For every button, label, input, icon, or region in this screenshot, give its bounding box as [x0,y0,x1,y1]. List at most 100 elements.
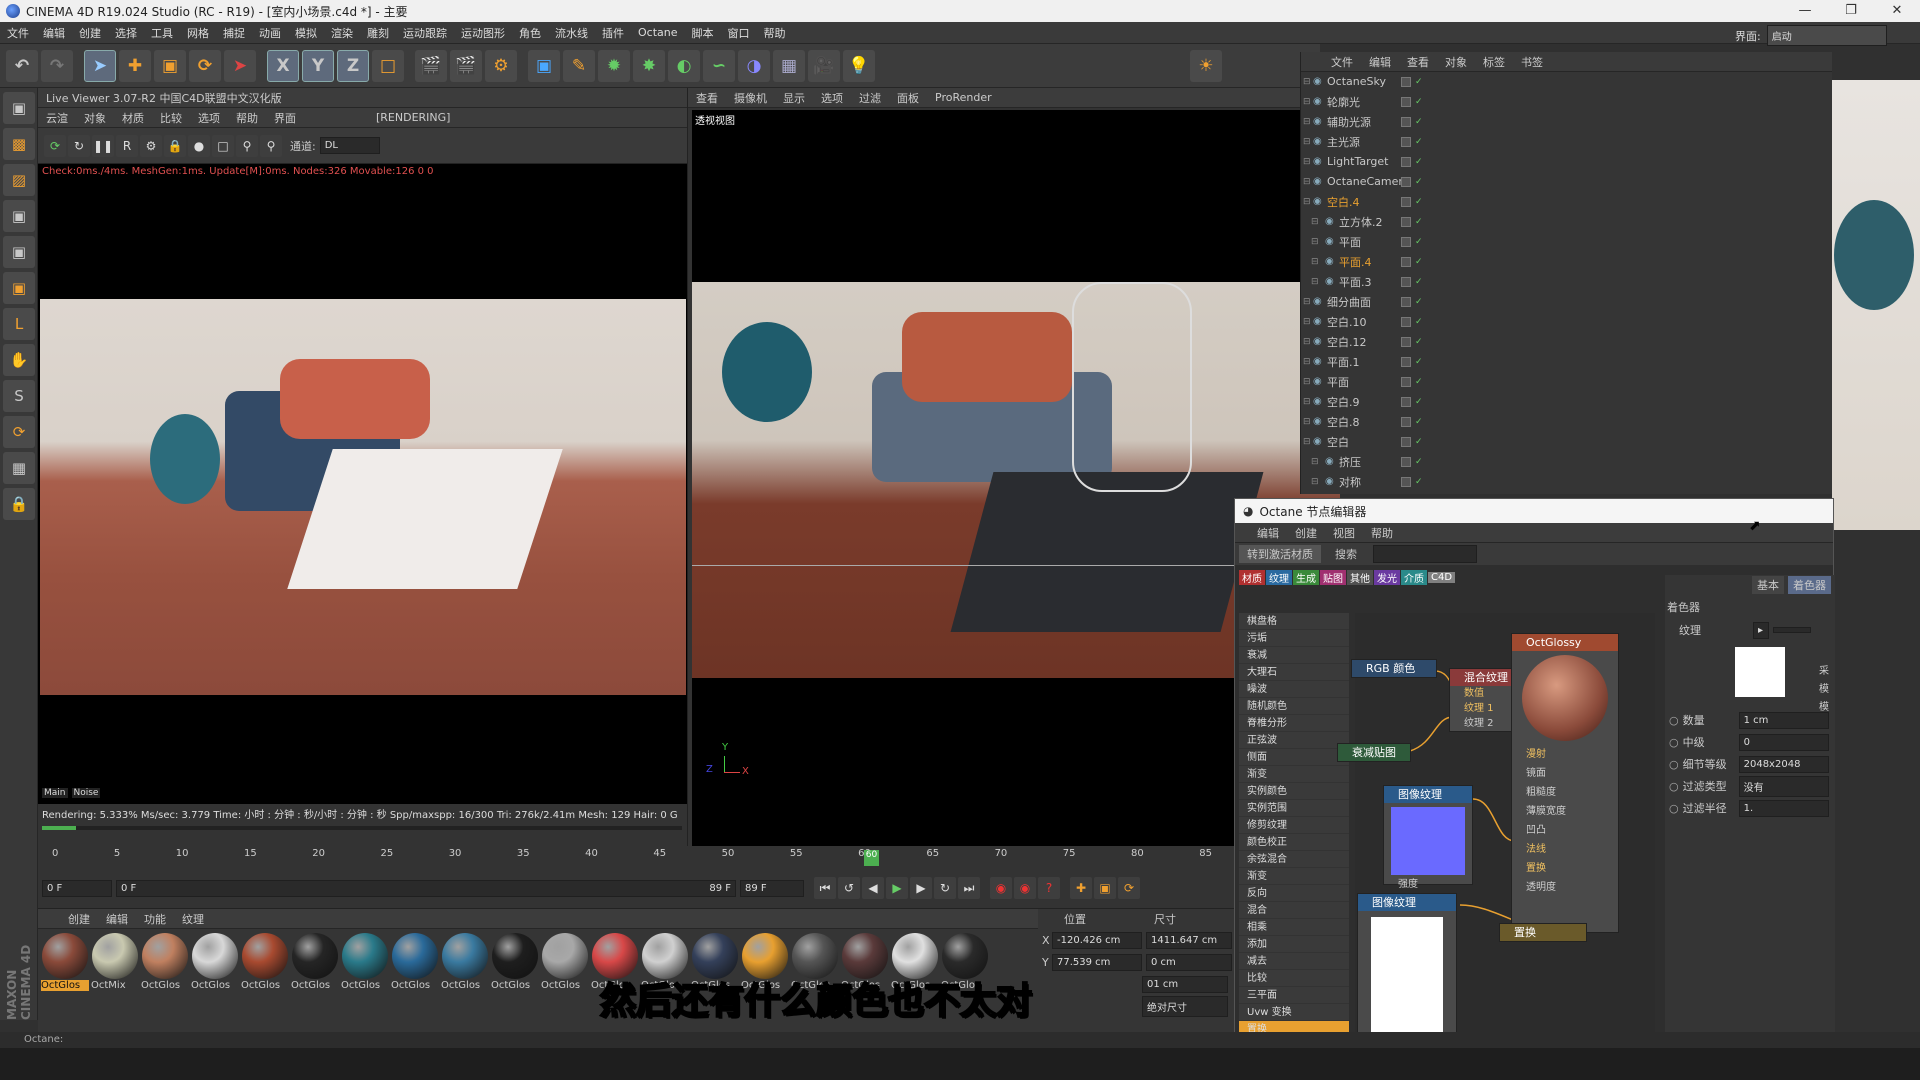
object-enabled-check[interactable]: ✓ [1415,377,1423,387]
attribute-radio-icon[interactable]: ○ [1669,758,1679,771]
node-type-item[interactable]: 渐变 [1239,868,1349,885]
object-enabled-check[interactable]: ✓ [1415,457,1423,467]
material-swatch[interactable]: OctGlos [440,933,490,991]
node-type-item[interactable]: 反向 [1239,885,1349,902]
node-type-item[interactable]: 脊椎分形 [1239,715,1349,732]
object-row[interactable]: ⊟ ◉ 空白.4 ✓ [1301,192,1832,212]
node-category-tab[interactable]: 生成 [1293,569,1319,585]
object-expand-icon[interactable]: ⊟ [1303,357,1311,367]
object-name[interactable]: 空白.8 [1327,414,1360,430]
material-swatch[interactable]: OctGlos [40,933,90,991]
object-expand-icon[interactable]: ⊟ [1303,97,1311,107]
object-row[interactable]: ⊟ ◉ 辅助光源 ✓ [1301,112,1832,132]
menu-item[interactable]: 模拟 [288,25,324,41]
object-expand-icon[interactable]: ⊟ [1303,137,1311,147]
object-enabled-check[interactable]: ✓ [1415,177,1423,187]
object-name[interactable]: 挤压 [1339,454,1361,470]
menu-item[interactable]: 窗口 [721,25,757,41]
attribute-radio-icon[interactable]: ○ [1669,780,1679,793]
rotate-tool-icon[interactable]: ⟳ [189,49,221,82]
object-visibility-toggle[interactable] [1401,236,1411,247]
y-size-field[interactable]: 0 cm [1146,953,1232,971]
object-row[interactable]: ⊟ ◉ LightTarget ✓ [1301,152,1832,172]
tab-basic[interactable]: 基本 [1752,576,1784,594]
object-expand-icon[interactable]: ⊟ [1303,177,1311,187]
pause-icon[interactable]: ❚❚ [92,134,114,157]
object-visibility-toggle[interactable] [1401,116,1411,127]
scale-tool-icon[interactable]: ▣ [154,49,186,82]
object-name[interactable]: 平面 [1339,234,1361,250]
attribute-radio-icon[interactable]: ○ [1669,736,1679,749]
render-view-icon[interactable]: 🎬 [415,49,447,82]
node-rgb-color[interactable]: RGB 颜色 [1351,659,1437,678]
object-enabled-check[interactable]: ✓ [1415,437,1423,447]
z-axis-icon[interactable]: Z [337,49,369,82]
menu-item[interactable]: 创建 [72,25,108,41]
subdivision-icon[interactable]: ✹ [598,49,630,82]
object-row[interactable]: ⊟ ◉ 主光源 ✓ [1301,132,1832,152]
node-type-item[interactable]: 实例范围 [1239,800,1349,817]
viewport-menu-item[interactable]: 面板 [889,90,927,106]
object-row[interactable]: ⊟ ◉ 轮廓光 ✓ [1301,92,1832,112]
node-type-item[interactable]: 大理石 [1239,664,1349,681]
node-displacement[interactable]: 置换 [1499,923,1587,942]
object-expand-icon[interactable]: ⊟ [1303,197,1311,207]
step-forward-icon[interactable]: ▶ [910,877,932,899]
object-row[interactable]: ⊟ ◉ 平面.1 ✓ [1301,352,1832,372]
object-visibility-toggle[interactable] [1401,376,1411,387]
object-enabled-check[interactable]: ✓ [1415,77,1423,87]
clay-mode-icon[interactable]: □ [212,134,234,157]
material-swatch[interactable]: OctGlos [490,933,540,991]
octane-quick-icon[interactable]: ☀ [1190,50,1222,82]
material-ball-icon[interactable]: ● [188,134,210,157]
model-mode-icon[interactable]: ▣ [3,92,35,124]
node-type-item[interactable]: 污垢 [1239,630,1349,647]
object-visibility-toggle[interactable] [1401,196,1411,207]
node-type-item[interactable]: 减去 [1239,953,1349,970]
node-category-tab[interactable]: 其他 [1347,569,1373,585]
position-key-icon[interactable]: ✚ [1070,877,1092,899]
object-visibility-toggle[interactable] [1401,356,1411,367]
node-category-tab[interactable]: 介质 [1401,569,1427,585]
viewport-menu-item[interactable]: 查看 [688,90,726,106]
node-octglossy[interactable]: OctGlossy 漫射 镜面 粗糙度 薄膜宽度 凹凸 法线 置换 透明度 [1511,633,1619,933]
refresh-icon[interactable]: ↻ [68,134,90,157]
object-row[interactable]: ⊟ ◉ 平面 ✓ [1301,232,1832,252]
viewport-menu-item[interactable]: 选项 [813,90,851,106]
viewport-menu-item[interactable]: 显示 [775,90,813,106]
material-swatch[interactable]: OctGlos [290,933,340,991]
minimize-icon[interactable]: — [1782,0,1828,22]
live-render-view[interactable]: Check:0ms./4ms. MeshGen:1ms. Update[M]:0… [38,164,687,804]
attribute-value-field[interactable]: 2048x2048 [1738,755,1829,773]
glossy-input-pin[interactable]: 薄膜宽度 [1512,802,1618,821]
node-type-item[interactable]: 相乘 [1239,919,1349,936]
node-category-tab[interactable]: 发光 [1374,569,1400,585]
polygons-mode-icon[interactable]: ▣ [3,272,35,304]
object-enabled-check[interactable]: ✓ [1415,477,1423,487]
object-row[interactable]: ⊟ ◉ 空白.10 ✓ [1301,312,1832,332]
environment-icon[interactable]: ◑ [738,49,770,82]
object-row[interactable]: ⊟ ◉ OctaneCamera ✓ [1301,172,1832,192]
node-type-item[interactable]: 棋盘格 [1239,613,1349,630]
pick-focus-icon[interactable]: ⚲ [236,134,258,157]
object-name[interactable]: 空白.10 [1327,314,1367,330]
object-expand-icon[interactable]: ⊟ [1303,117,1311,127]
attribute-value-field[interactable]: 1. [1738,799,1829,817]
floor-icon[interactable]: ▦ [773,49,805,82]
material-swatch[interactable]: OctGlos [540,933,590,991]
object-enabled-check[interactable]: ✓ [1415,97,1423,107]
object-name[interactable]: 对称 [1339,474,1361,490]
node-category-tab[interactable]: 贴图 [1320,569,1346,585]
texture-mode-icon[interactable]: ▩ [3,128,35,160]
record-key-icon[interactable]: ◉ [990,877,1012,899]
object-name[interactable]: 空白.9 [1327,394,1360,410]
object-visibility-toggle[interactable] [1401,456,1411,467]
object-row[interactable]: ⊟ ◉ 空白.8 ✓ [1301,412,1832,432]
redo-icon[interactable]: ↷ [41,49,73,82]
node-editor-menu-item[interactable]: 编辑 [1249,525,1287,541]
spline-icon[interactable]: ∽ [703,49,735,82]
keyframe-selection-icon[interactable]: ? [1038,877,1060,899]
y-position-field[interactable]: 77.539 cm [1052,953,1142,971]
viewport-menu-item[interactable]: 过滤 [851,90,889,106]
snap-icon[interactable]: S [3,380,35,412]
